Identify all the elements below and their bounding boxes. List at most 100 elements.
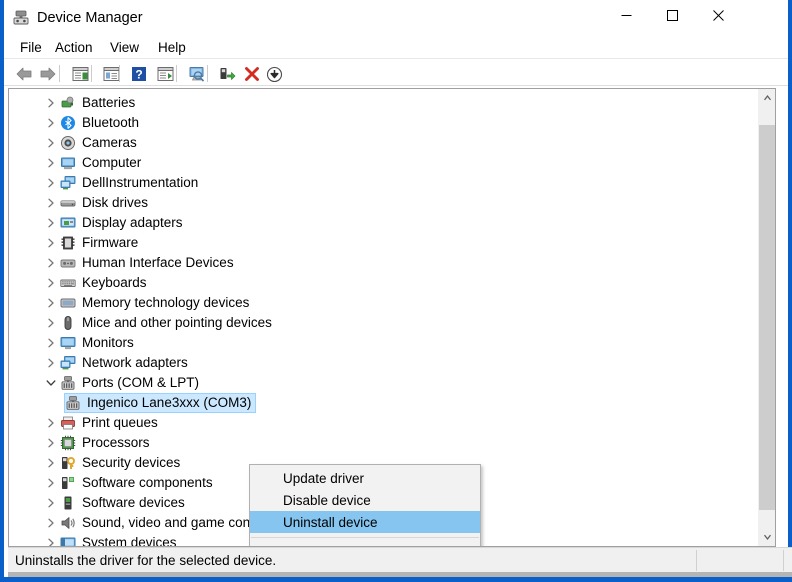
tree-item-memory-technology-devices[interactable]: Memory technology devices — [9, 293, 757, 313]
tree-item-monitors[interactable]: Monitors — [9, 333, 757, 353]
tree-item-content[interactable]: Monitors — [59, 333, 135, 353]
chevron-right-icon[interactable] — [43, 195, 59, 211]
menu-help[interactable]: Help — [152, 38, 192, 57]
tree-item-bluetooth[interactable]: Bluetooth — [9, 113, 757, 133]
chevron-down-icon[interactable] — [43, 375, 59, 391]
tree-item-dellinstrumentation[interactable]: DellInstrumentation — [9, 173, 757, 193]
chevron-right-icon[interactable] — [43, 235, 59, 251]
menu-view[interactable]: View — [104, 38, 145, 57]
help-button[interactable]: ? — [128, 63, 150, 85]
forward-button[interactable] — [37, 63, 59, 85]
disk-drive-icon — [60, 195, 76, 211]
tree-item-label: Network adapters — [82, 355, 188, 370]
device-tree-pane[interactable]: Batteries Bluetooth Cameras Computer DellIns… — [8, 88, 776, 547]
tree-item-content[interactable]: Computer — [59, 153, 142, 173]
tree-item-content[interactable]: Processors — [59, 433, 151, 453]
tree-item-content[interactable]: Batteries — [59, 93, 136, 113]
disable-device-button[interactable] — [263, 63, 285, 85]
tree-item-content[interactable]: Print queues — [59, 413, 159, 433]
minimize-button[interactable] — [603, 0, 649, 31]
tree-item-content[interactable]: Ports (COM & LPT) — [59, 373, 200, 393]
tree-item-keyboards[interactable]: Keyboards — [9, 273, 757, 293]
chevron-right-icon[interactable] — [43, 355, 59, 371]
chevron-right-icon[interactable] — [43, 175, 59, 191]
port-icon — [65, 395, 81, 411]
tree-item-content[interactable]: Memory technology devices — [59, 293, 250, 313]
tree-item-content[interactable]: Display adapters — [59, 213, 184, 233]
menu-file[interactable]: File — [14, 38, 48, 57]
tree-item-computer[interactable]: Computer — [9, 153, 757, 173]
maximize-button[interactable] — [649, 0, 695, 31]
memory-device-icon — [60, 295, 76, 311]
show-details-button[interactable] — [154, 63, 176, 85]
tree-item-content[interactable]: Ingenico Lane3xxx (COM3) — [64, 393, 257, 413]
chevron-right-icon[interactable] — [43, 475, 59, 491]
tree-item-label: System devices — [82, 535, 177, 546]
tree-item-label: Security devices — [82, 455, 181, 470]
tree-item-disk-drives[interactable]: Disk drives — [9, 193, 757, 213]
close-button[interactable] — [695, 0, 741, 31]
scan-for-hardware-changes-button[interactable] — [185, 63, 207, 85]
tree-item-mice-and-other-pointing-devices[interactable]: Mice and other pointing devices — [9, 313, 757, 333]
scroll-up-arrow-icon[interactable] — [759, 89, 775, 106]
chevron-right-icon[interactable] — [43, 515, 59, 531]
context-menu-item-disable-device[interactable]: Disable device — [250, 489, 480, 511]
tree-item-network-adapters[interactable]: Network adapters — [9, 353, 757, 373]
tree-item-content[interactable]: Firmware — [59, 233, 139, 253]
tree-item-ports-com-lpt[interactable]: Ports (COM & LPT) — [9, 373, 757, 393]
scrollbar-thumb[interactable] — [759, 125, 775, 510]
menu-action[interactable]: Action — [49, 38, 99, 57]
context-menu-item-uninstall-device[interactable]: Uninstall device — [250, 511, 480, 533]
tree-item-ingenico-lane3xxx-com3[interactable]: Ingenico Lane3xxx (COM3) — [9, 393, 757, 413]
tree-item-content[interactable]: Software components — [59, 473, 214, 493]
software-device-icon — [60, 495, 76, 511]
tree-item-content[interactable]: Disk drives — [59, 193, 149, 213]
scroll-down-arrow-icon[interactable] — [759, 529, 775, 546]
chevron-right-icon[interactable] — [43, 275, 59, 291]
chevron-right-icon[interactable] — [43, 255, 59, 271]
chevron-right-icon[interactable] — [43, 135, 59, 151]
tree-item-content[interactable]: Keyboards — [59, 273, 148, 293]
update-driver-button[interactable] — [216, 63, 238, 85]
chevron-right-icon[interactable] — [43, 115, 59, 131]
back-button[interactable] — [13, 63, 35, 85]
chevron-right-icon[interactable] — [43, 535, 59, 546]
tree-item-content[interactable]: Security devices — [59, 453, 181, 473]
tree-item-print-queues[interactable]: Print queues — [9, 413, 757, 433]
tree-item-content[interactable]: System devices — [59, 533, 178, 546]
tree-item-content[interactable]: Cameras — [59, 133, 138, 153]
tree-item-content[interactable]: DellInstrumentation — [59, 173, 199, 193]
chevron-right-icon[interactable] — [43, 495, 59, 511]
tree-item-processors[interactable]: Processors — [9, 433, 757, 453]
chevron-right-icon[interactable] — [43, 315, 59, 331]
context-menu[interactable]: Update driver Disable device Uninstall dev… — [249, 464, 481, 546]
chevron-right-icon[interactable] — [43, 415, 59, 431]
status-divider — [783, 550, 784, 571]
tree-item-human-interface-devices[interactable]: Human Interface Devices — [9, 253, 757, 273]
chevron-right-icon[interactable] — [43, 435, 59, 451]
tree-item-cameras[interactable]: Cameras — [9, 133, 757, 153]
tree-item-content[interactable]: Human Interface Devices — [59, 253, 235, 273]
tree-item-content[interactable]: Network adapters — [59, 353, 189, 373]
chevron-right-icon[interactable] — [43, 295, 59, 311]
svg-text:?: ? — [135, 68, 142, 82]
network-adapter-icon — [60, 355, 76, 371]
tree-item-firmware[interactable]: Firmware — [9, 233, 757, 253]
chevron-right-icon[interactable] — [43, 95, 59, 111]
chevron-right-icon[interactable] — [43, 155, 59, 171]
firmware-chip-icon — [60, 235, 76, 251]
tree-item-content[interactable]: Mice and other pointing devices — [59, 313, 273, 333]
show-hide-console-tree-button[interactable] — [69, 63, 91, 85]
vertical-scrollbar[interactable] — [758, 89, 775, 546]
chevron-right-icon[interactable] — [43, 215, 59, 231]
tree-item-content[interactable]: Bluetooth — [59, 113, 140, 133]
context-menu-item-update-driver[interactable]: Update driver — [250, 467, 480, 489]
chevron-right-icon[interactable] — [43, 455, 59, 471]
tree-item-content[interactable]: Software devices — [59, 493, 186, 513]
tree-item-label: Computer — [82, 155, 142, 170]
uninstall-device-button[interactable] — [241, 63, 263, 85]
tree-item-batteries[interactable]: Batteries — [9, 93, 757, 113]
chevron-right-icon[interactable] — [43, 335, 59, 351]
title-bar: Device Manager — [4, 0, 788, 36]
tree-item-display-adapters[interactable]: Display adapters — [9, 213, 757, 233]
